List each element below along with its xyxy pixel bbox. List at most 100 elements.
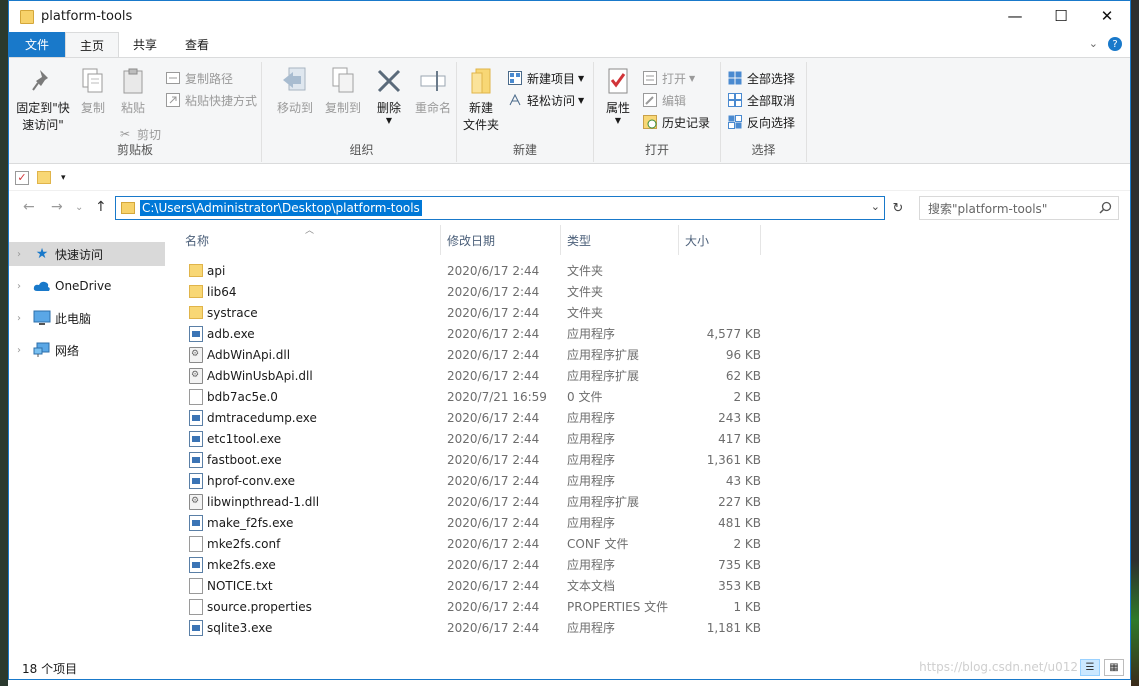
back-arrow-icon[interactable]: ← bbox=[23, 199, 35, 215]
nav-item-quick-access[interactable]: › ★ 快速访问 bbox=[9, 242, 165, 266]
paste-button[interactable]: 粘贴 bbox=[115, 66, 151, 117]
file-row[interactable]: sqlite3.exe 2020/6/17 2:44 应用程序 1,181 KB bbox=[179, 617, 779, 638]
column-header-name[interactable]: 名称 bbox=[179, 225, 441, 255]
nav-item-network[interactable]: › 网络 bbox=[9, 338, 165, 362]
nav-item-onedrive[interactable]: › OneDrive bbox=[9, 274, 165, 298]
chevron-down-icon[interactable]: ⌄ bbox=[871, 200, 880, 213]
pin-quick-access-button[interactable]: 固定到"快 速访问" bbox=[13, 66, 73, 134]
folder-icon bbox=[20, 9, 34, 24]
desktop-background-left bbox=[0, 0, 8, 686]
file-date: 2020/6/17 2:44 bbox=[447, 305, 540, 320]
application-icon bbox=[189, 557, 203, 573]
column-header-size[interactable]: 大小 bbox=[679, 225, 761, 255]
nav-item-this-pc[interactable]: › 此电脑 bbox=[9, 306, 165, 330]
rename-button[interactable]: 重命名 bbox=[413, 66, 453, 117]
file-row[interactable]: AdbWinUsbApi.dll 2020/6/17 2:44 应用程序扩展 62 K… bbox=[179, 365, 779, 386]
select-none-button[interactable]: 全部取消 bbox=[727, 90, 795, 110]
file-date: 2020/6/17 2:44 bbox=[447, 557, 540, 572]
address-bar[interactable]: C:\Users\Administrator\Desktop\platform-… bbox=[115, 196, 885, 220]
edit-button[interactable]: 编辑 bbox=[642, 90, 686, 110]
search-input[interactable]: 搜索"platform-tools" bbox=[919, 196, 1119, 220]
maximize-button[interactable]: ☐ bbox=[1038, 1, 1084, 31]
new-folder-button[interactable]: 新建 文件夹 bbox=[459, 66, 503, 134]
easy-access-button[interactable]: 轻松访问 ▼ bbox=[507, 90, 584, 110]
file-rows: api 2020/6/17 2:44 文件夹 lib64 2020/6/17 2:44 文… bbox=[179, 260, 779, 638]
chevron-right-icon[interactable]: › bbox=[17, 281, 31, 292]
up-arrow-icon[interactable]: ↑ bbox=[95, 199, 107, 215]
file-row[interactable]: mke2fs.conf 2020/6/17 2:44 CONF 文件 2 KB bbox=[179, 533, 779, 554]
file-name: sqlite3.exe bbox=[207, 620, 273, 635]
file-row[interactable]: hprof-conv.exe 2020/6/17 2:44 应用程序 43 KB bbox=[179, 470, 779, 491]
forward-arrow-icon[interactable]: → bbox=[51, 199, 63, 215]
file-type: 文件夹 bbox=[567, 306, 604, 320]
file-type: 应用程序 bbox=[567, 432, 616, 446]
properties-check-icon[interactable]: ✓ bbox=[15, 170, 29, 185]
file-row[interactable]: dmtracedump.exe 2020/6/17 2:44 应用程序 243 KB bbox=[179, 407, 779, 428]
group-open: 属性 ▼ 打开 ▼ 编辑 历史记录 打开 bbox=[594, 62, 721, 162]
refresh-icon[interactable]: ↻ bbox=[889, 198, 907, 218]
group-label-organize: 组织 bbox=[349, 143, 374, 157]
file-row[interactable]: NOTICE.txt 2020/6/17 2:44 文本文档 353 KB bbox=[179, 575, 779, 596]
file-row[interactable]: api 2020/6/17 2:44 文件夹 bbox=[179, 260, 779, 281]
column-header-date[interactable]: 修改日期 bbox=[441, 225, 561, 255]
recent-locations-icon[interactable]: ⌄ bbox=[75, 202, 83, 213]
search-icon[interactable] bbox=[1099, 201, 1112, 217]
file-name: adb.exe bbox=[207, 326, 255, 341]
copy-to-button[interactable]: 复制到 bbox=[323, 66, 363, 117]
history-button[interactable]: 历史记录 bbox=[642, 112, 710, 132]
file-row[interactable]: fastboot.exe 2020/6/17 2:44 应用程序 1,361 KB bbox=[179, 449, 779, 470]
delete-button[interactable]: 删除 ▼ bbox=[371, 66, 407, 125]
file-row[interactable]: mke2fs.exe 2020/6/17 2:44 应用程序 735 KB bbox=[179, 554, 779, 575]
file-row[interactable]: systrace 2020/6/17 2:44 文件夹 bbox=[179, 302, 779, 323]
file-row[interactable]: lib64 2020/6/17 2:44 文件夹 bbox=[179, 281, 779, 302]
edit-icon bbox=[642, 92, 658, 108]
application-icon bbox=[189, 620, 203, 636]
copy-button[interactable]: 复制 bbox=[75, 66, 111, 117]
file-row[interactable]: make_f2fs.exe 2020/6/17 2:44 应用程序 481 KB bbox=[179, 512, 779, 533]
tab-view[interactable]: 查看 bbox=[171, 32, 223, 57]
paste-shortcut-button[interactable]: 粘贴快捷方式 bbox=[165, 90, 257, 110]
chevron-right-icon[interactable]: › bbox=[17, 313, 31, 324]
title-bar: platform-tools — ☐ ✕ bbox=[9, 1, 1130, 32]
large-icons-view-icon[interactable]: ▦ bbox=[1104, 659, 1124, 676]
file-list: ︿ 名称 修改日期 类型 大小 api 2020/6/17 2:44 文件夹 lib6… bbox=[179, 225, 1119, 655]
file-date: 2020/6/17 2:44 bbox=[447, 410, 540, 425]
file-date: 2020/6/17 2:44 bbox=[447, 368, 540, 383]
copy-icon bbox=[78, 66, 108, 96]
invert-selection-button[interactable]: 反向选择 bbox=[727, 112, 795, 132]
file-size: 1,361 KB bbox=[706, 452, 761, 467]
file-size: 2 KB bbox=[733, 389, 761, 404]
file-row[interactable]: libwinpthread-1.dll 2020/6/17 2:44 应用程序扩展 2… bbox=[179, 491, 779, 512]
file-row[interactable]: adb.exe 2020/6/17 2:44 应用程序 4,577 KB bbox=[179, 323, 779, 344]
search-placeholder: 搜索"platform-tools" bbox=[928, 201, 1048, 216]
properties-button[interactable]: 属性 ▼ bbox=[600, 66, 636, 125]
group-label-clipboard: 剪贴板 bbox=[116, 143, 153, 157]
file-row[interactable]: source.properties 2020/6/17 2:44 PROPERTIE… bbox=[179, 596, 779, 617]
tab-home[interactable]: 主页 bbox=[65, 32, 120, 57]
tab-file[interactable]: 文件 bbox=[9, 32, 66, 57]
new-item-button[interactable]: 新建项目 ▼ bbox=[507, 68, 584, 88]
file-row[interactable]: etc1tool.exe 2020/6/17 2:44 应用程序 417 KB bbox=[179, 428, 779, 449]
open-button[interactable]: 打开 ▼ bbox=[642, 68, 695, 88]
application-icon bbox=[189, 473, 203, 489]
copy-path-button[interactable]: 复制路径 bbox=[165, 68, 233, 88]
chevron-right-icon[interactable]: › bbox=[17, 249, 31, 260]
column-header-type[interactable]: 类型 bbox=[561, 225, 679, 255]
file-row[interactable]: AdbWinApi.dll 2020/6/17 2:44 应用程序扩展 96 KB bbox=[179, 344, 779, 365]
file-date: 2020/6/17 2:44 bbox=[447, 515, 540, 530]
move-to-button[interactable]: 移动到 bbox=[275, 66, 315, 117]
tab-share[interactable]: 共享 bbox=[119, 32, 171, 57]
address-path[interactable]: C:\Users\Administrator\Desktop\platform-… bbox=[140, 200, 422, 216]
expand-ribbon-icon[interactable]: ⌄ bbox=[1089, 37, 1098, 51]
help-icon[interactable]: ? bbox=[1108, 37, 1122, 51]
file-date: 2020/6/17 2:44 bbox=[447, 431, 540, 446]
folder-icon[interactable] bbox=[37, 171, 51, 184]
file-row[interactable]: bdb7ac5e.0 2020/7/21 16:59 0 文件 2 KB bbox=[179, 386, 779, 407]
details-view-icon[interactable]: ☰ bbox=[1080, 659, 1100, 676]
customize-toolbar-icon[interactable]: ▾ bbox=[61, 173, 66, 183]
select-all-button[interactable]: 全部选择 bbox=[727, 68, 795, 88]
item-count: 18 个项目 bbox=[22, 661, 78, 676]
chevron-right-icon[interactable]: › bbox=[17, 345, 31, 356]
close-button[interactable]: ✕ bbox=[1084, 1, 1130, 31]
minimize-button[interactable]: — bbox=[992, 1, 1038, 31]
